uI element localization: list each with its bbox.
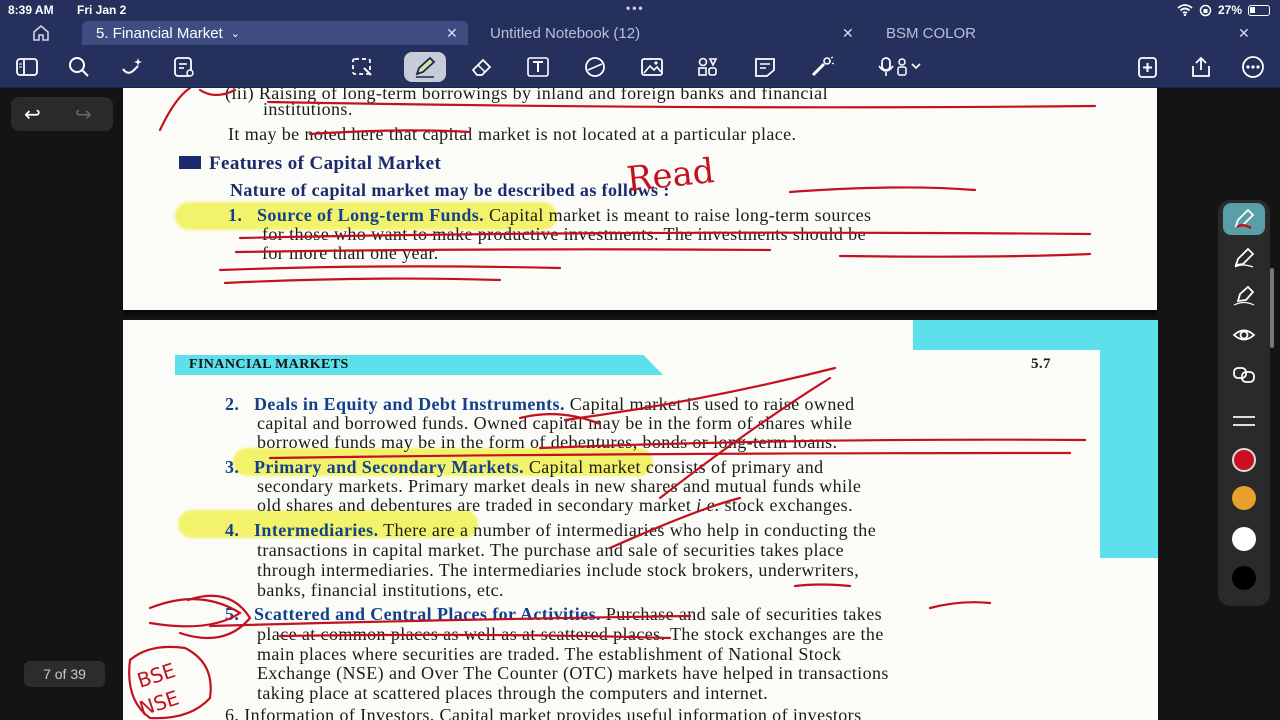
tab-label: 5. Financial Market bbox=[96, 24, 223, 42]
list-item: 2. Deals in Equity and Debt Instruments.… bbox=[225, 394, 855, 414]
add-page-icon[interactable] bbox=[1134, 54, 1162, 80]
tab-financial-market[interactable]: 5. Financial Market ⌄ ✕ bbox=[82, 21, 468, 45]
wifi-icon bbox=[1177, 4, 1193, 16]
bullet-square-icon bbox=[179, 156, 201, 169]
date: Fri Jan 2 bbox=[77, 3, 127, 17]
link-icon[interactable] bbox=[1229, 360, 1259, 390]
color-swatch-orange[interactable] bbox=[1232, 486, 1256, 510]
text-line: old shares and debentures are traded in … bbox=[257, 495, 853, 515]
tab-label: BSM COLOR bbox=[886, 24, 977, 42]
text-line: borrowed funds may be in the form of deb… bbox=[257, 432, 838, 452]
text-line: Exchange (NSE) and Over The Counter (OTC… bbox=[257, 663, 889, 683]
text-line-partial: 6. Information of Investors. Capital mar… bbox=[225, 705, 862, 720]
status-bar: 8:39 AM Fri Jan 2 ••• 27% bbox=[0, 0, 1280, 20]
running-header: FINANCIAL MARKETS bbox=[189, 357, 349, 372]
pen-palette bbox=[1218, 200, 1270, 606]
section-heading: Features of Capital Market bbox=[179, 153, 441, 175]
sidebar-icon[interactable] bbox=[13, 54, 41, 80]
toolbar bbox=[0, 46, 1280, 88]
image-icon[interactable] bbox=[638, 54, 666, 80]
battery-percent: 27% bbox=[1217, 3, 1242, 17]
battery-icon bbox=[1248, 4, 1270, 16]
tab-bar: 5. Financial Market ⌄ ✕ Untitled Noteboo… bbox=[0, 20, 1280, 46]
undo-icon[interactable]: ↩ bbox=[24, 102, 41, 127]
page-indicator: 7 of 39 bbox=[24, 661, 105, 687]
color-swatch-white[interactable] bbox=[1232, 527, 1256, 551]
tab-bsm-color[interactable]: BSM COLOR ✕ bbox=[872, 21, 1258, 45]
text-line: place at common places as well as at sca… bbox=[257, 624, 884, 644]
multitask-dots-icon[interactable]: ••• bbox=[626, 1, 645, 15]
more-icon[interactable] bbox=[1239, 54, 1267, 80]
page-previous[interactable]: (iii) Raising of long-term borrowings by… bbox=[123, 88, 1157, 310]
text-line: transactions in capital market. The purc… bbox=[257, 540, 845, 560]
text-line: through intermediaries. The intermediari… bbox=[257, 560, 860, 580]
tab-untitled-notebook[interactable]: Untitled Notebook (12) ✕ bbox=[476, 21, 862, 45]
scrollbar[interactable] bbox=[1270, 268, 1274, 348]
pen-tool-active-icon[interactable] bbox=[1223, 203, 1265, 235]
decorative-band bbox=[1100, 348, 1158, 558]
shapes-icon[interactable] bbox=[581, 54, 609, 80]
clock: 8:39 AM bbox=[8, 3, 54, 17]
text-icon[interactable] bbox=[524, 54, 552, 80]
decorative-band bbox=[913, 320, 1158, 350]
list-item: 1. Source of Long-term Funds. Capital ma… bbox=[228, 205, 872, 225]
share-icon[interactable] bbox=[1187, 54, 1215, 80]
redo-icon[interactable]: ↪ bbox=[75, 102, 92, 127]
color-swatch-black[interactable] bbox=[1232, 566, 1256, 590]
laser-icon[interactable] bbox=[808, 54, 836, 80]
orientation-lock-icon bbox=[1199, 4, 1212, 16]
list-item: 3. Primary and Secondary Markets. Capita… bbox=[225, 457, 824, 477]
pen-icon[interactable] bbox=[404, 52, 446, 82]
document-icon[interactable] bbox=[170, 54, 198, 80]
text-line: for more than one year. bbox=[262, 243, 439, 263]
tab-label: Untitled Notebook (12) bbox=[490, 24, 641, 42]
document-canvas[interactable]: (iii) Raising of long-term borrowings by… bbox=[0, 88, 1280, 720]
text-line: capital and borrowed funds. Owned capita… bbox=[257, 413, 853, 433]
text-line: main places where securities are traded.… bbox=[257, 644, 842, 664]
intro-text: Nature of capital market may be describe… bbox=[230, 180, 670, 200]
separator bbox=[1233, 424, 1255, 426]
microphone-icon[interactable] bbox=[876, 54, 928, 80]
chevron-down-icon[interactable]: ⌄ bbox=[231, 27, 240, 40]
close-icon[interactable]: ✕ bbox=[446, 25, 458, 42]
elements-icon[interactable] bbox=[694, 54, 722, 80]
close-icon[interactable]: ✕ bbox=[1238, 25, 1250, 42]
eye-icon[interactable] bbox=[1229, 320, 1259, 350]
magic-icon[interactable] bbox=[118, 54, 146, 80]
sticky-note-icon[interactable] bbox=[751, 54, 779, 80]
separator bbox=[1233, 416, 1255, 418]
highlighter-tool-icon[interactable] bbox=[1229, 281, 1259, 311]
status-icons: 27% bbox=[1177, 3, 1270, 17]
list-item: 4. Intermediaries. There are a number of… bbox=[225, 520, 877, 540]
text-line: secondary markets. Primary market deals … bbox=[257, 476, 862, 496]
page-current[interactable]: FINANCIAL MARKETS 5.7 2. Deals in Equity… bbox=[123, 320, 1158, 720]
color-swatch-red[interactable] bbox=[1232, 448, 1256, 472]
text-line: for those who want to make productive in… bbox=[262, 224, 866, 244]
text-line: institutions. bbox=[263, 99, 353, 119]
pen-tool-icon[interactable] bbox=[1229, 243, 1259, 273]
search-icon[interactable] bbox=[65, 54, 93, 80]
text-line: taking place at scattered places through… bbox=[257, 683, 769, 703]
lasso-icon[interactable] bbox=[348, 54, 376, 80]
home-icon[interactable] bbox=[30, 23, 52, 43]
page-number: 5.7 bbox=[1031, 356, 1051, 372]
text-line: banks, financial institutions, etc. bbox=[257, 580, 504, 600]
eraser-icon[interactable] bbox=[468, 54, 496, 80]
undo-redo-group: ↩ ↪ bbox=[11, 97, 113, 131]
list-item: 5. Scattered and Central Places for Acti… bbox=[225, 604, 883, 624]
text-line: It may be noted here that capital market… bbox=[228, 124, 797, 144]
close-icon[interactable]: ✕ bbox=[842, 25, 854, 42]
